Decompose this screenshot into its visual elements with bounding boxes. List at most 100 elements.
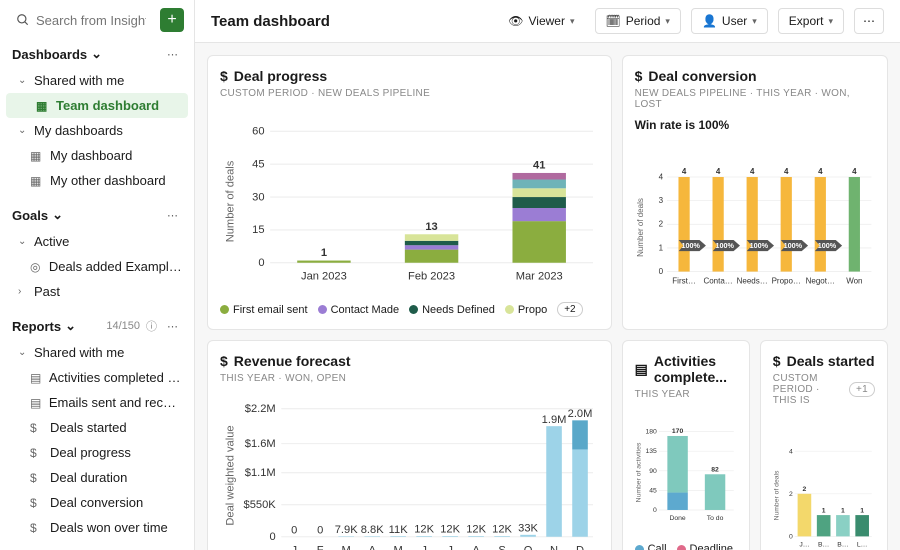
info-icon[interactable]: ⓘ bbox=[146, 318, 157, 334]
dashboard-icon: ▦ bbox=[30, 174, 44, 188]
svg-text:1: 1 bbox=[658, 243, 663, 252]
svg-text:0: 0 bbox=[653, 507, 657, 514]
search-wrap[interactable] bbox=[10, 9, 152, 32]
svg-text:B…: B… bbox=[837, 542, 848, 549]
legend-item: Needs Defined bbox=[409, 304, 495, 316]
tree-group-past[interactable]: ›Past bbox=[0, 279, 194, 304]
legend: First email sent Contact Made Needs Defi… bbox=[220, 302, 599, 317]
sidebar-item-goal[interactable]: ◎Deals added Example t... bbox=[0, 254, 194, 279]
chevron-down-icon: ⌄ bbox=[18, 125, 28, 136]
user-icon: 👤 bbox=[702, 14, 717, 28]
svg-text:41: 41 bbox=[533, 160, 545, 172]
section-title: Dashboards bbox=[12, 47, 87, 62]
svg-text:Propo…: Propo… bbox=[771, 277, 800, 286]
svg-text:A: A bbox=[368, 544, 376, 550]
svg-text:60: 60 bbox=[252, 126, 264, 138]
sidebar-item-report[interactable]: $Deal conversion bbox=[0, 490, 194, 515]
card-title-row: $Deals started bbox=[773, 353, 875, 369]
chevron-down-icon: ⌄ bbox=[91, 46, 102, 62]
sidebar-item-report[interactable]: $Deal duration bbox=[0, 465, 194, 490]
svg-text:100%: 100% bbox=[681, 241, 700, 250]
svg-text:1: 1 bbox=[321, 247, 327, 259]
user-dropdown[interactable]: 👤User▾ bbox=[691, 8, 768, 34]
legend-item: Contact Made bbox=[318, 304, 399, 316]
meta-more-button[interactable]: +1 bbox=[849, 382, 875, 397]
dollar-icon: $ bbox=[30, 471, 44, 485]
chevron-down-icon: ⌄ bbox=[52, 207, 63, 223]
chevron-down-icon: ⌄ bbox=[18, 75, 28, 86]
chart-deal-progress: 015304560Number of deals1Jan 202313Feb 2… bbox=[220, 107, 599, 296]
add-button[interactable]: + bbox=[160, 8, 184, 32]
sidebar-item-my-other-dashboard[interactable]: ▦My other dashboard bbox=[0, 168, 194, 193]
sidebar-item-report[interactable]: $Deals won over time bbox=[0, 515, 194, 540]
svg-text:100%: 100% bbox=[817, 241, 836, 250]
chevron-down-icon: ⌄ bbox=[18, 347, 28, 358]
svg-text:13: 13 bbox=[425, 221, 437, 233]
svg-text:Conta…: Conta… bbox=[703, 277, 732, 286]
svg-text:0: 0 bbox=[317, 524, 323, 536]
chart-activities: 04590135180Number of activities170Done82… bbox=[635, 408, 737, 537]
section-header-goals[interactable]: Goals⌄ ⋯ bbox=[0, 201, 194, 229]
viewer-dropdown[interactable]: 👁Viewer▾ bbox=[498, 9, 584, 33]
search-icon bbox=[16, 13, 30, 27]
sidebar-item-my-dashboard[interactable]: ▦My dashboard bbox=[0, 143, 194, 168]
svg-text:12K: 12K bbox=[466, 524, 486, 536]
calendar-icon: 🗓 bbox=[606, 14, 621, 28]
dashboard-icon: ▦ bbox=[36, 99, 50, 113]
dollar-icon: $ bbox=[220, 68, 228, 84]
dashboard-icon: ▦ bbox=[30, 149, 44, 163]
swatch bbox=[505, 305, 514, 314]
reports-count: 14/150 bbox=[106, 320, 140, 332]
svg-text:$1.6M: $1.6M bbox=[245, 438, 276, 450]
section-menu-button[interactable]: ⋯ bbox=[163, 48, 182, 61]
svg-text:4: 4 bbox=[716, 167, 721, 176]
svg-text:4: 4 bbox=[852, 167, 857, 176]
plus-icon: + bbox=[167, 11, 176, 29]
swatch bbox=[409, 305, 418, 314]
svg-text:Needs…: Needs… bbox=[736, 277, 767, 286]
sidebar: + Dashboards ⌄ ⋯ ⌄Shared with me ▦Team da… bbox=[0, 0, 195, 550]
svg-text:135: 135 bbox=[645, 448, 657, 455]
svg-text:4: 4 bbox=[681, 167, 686, 176]
svg-text:12K: 12K bbox=[492, 524, 512, 536]
section-menu-button[interactable]: ⋯ bbox=[163, 320, 182, 333]
svg-text:J: J bbox=[291, 544, 297, 550]
svg-text:12K: 12K bbox=[414, 524, 434, 536]
swatch bbox=[318, 305, 327, 314]
svg-text:82: 82 bbox=[711, 467, 719, 474]
main: Team dashboard 👁Viewer▾ 🗓Period▾ 👤User▾ … bbox=[195, 0, 900, 550]
swatch bbox=[677, 545, 686, 550]
sidebar-item-report[interactable]: $Deals started bbox=[0, 415, 194, 440]
period-dropdown[interactable]: 🗓Period▾ bbox=[595, 8, 681, 34]
sidebar-item-report[interactable]: ▤Activities completed an... bbox=[0, 365, 194, 390]
svg-text:1: 1 bbox=[841, 507, 845, 514]
card-meta: NEW DEALS PIPELINE · THIS YEAR · WON, LO… bbox=[635, 88, 875, 110]
svg-text:B…: B… bbox=[818, 542, 829, 549]
card-title-row: $Revenue forecast bbox=[220, 353, 599, 369]
section-header-reports[interactable]: Reports⌄ 14/150ⓘ⋯ bbox=[0, 312, 194, 340]
section-header-dashboards[interactable]: Dashboards ⌄ ⋯ bbox=[0, 40, 194, 68]
sidebar-item-report[interactable]: $Deal progress bbox=[0, 440, 194, 465]
sidebar-item-report[interactable]: ▤Emails sent and received bbox=[0, 390, 194, 415]
search-input[interactable] bbox=[36, 13, 146, 28]
svg-text:O: O bbox=[524, 544, 533, 550]
page-title: Team dashboard bbox=[211, 13, 488, 30]
svg-text:Negot…: Negot… bbox=[805, 277, 834, 286]
more-button[interactable]: ⋯ bbox=[854, 8, 884, 34]
svg-text:7.9K: 7.9K bbox=[335, 524, 358, 536]
tree-group-shared[interactable]: ⌄Shared with me bbox=[0, 68, 194, 93]
calendar-icon: ▤ bbox=[30, 371, 43, 385]
chart-deal-conversion: 01234Number of deals4First…100%4Conta…10… bbox=[635, 138, 875, 317]
svg-text:2.0M: 2.0M bbox=[568, 408, 593, 420]
legend-more-button[interactable]: +2 bbox=[557, 302, 582, 317]
svg-text:$550K: $550K bbox=[244, 499, 277, 511]
export-button[interactable]: Export▾ bbox=[778, 8, 844, 34]
eye-icon: 👁 bbox=[508, 14, 523, 28]
tree-group-my-dashboards[interactable]: ⌄My dashboards bbox=[0, 118, 194, 143]
tree-group-active[interactable]: ⌄Active bbox=[0, 229, 194, 254]
svg-text:1: 1 bbox=[860, 507, 864, 514]
sidebar-item-team-dashboard[interactable]: ▦Team dashboard bbox=[6, 93, 188, 118]
section-menu-button[interactable]: ⋯ bbox=[163, 209, 182, 222]
svg-text:4: 4 bbox=[818, 167, 823, 176]
tree-group-reports-shared[interactable]: ⌄Shared with me bbox=[0, 340, 194, 365]
